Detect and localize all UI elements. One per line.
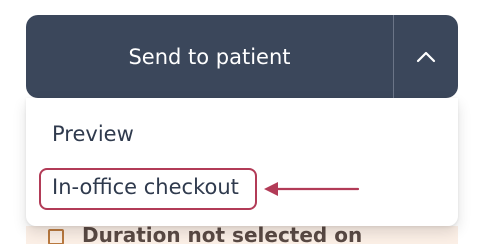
highlight-annotation (39, 168, 257, 210)
send-to-patient-button[interactable]: Send to patient (26, 15, 393, 98)
warning-text: Duration not selected on (82, 226, 363, 244)
send-split-button: Send to patient (26, 15, 458, 98)
arrow-left-icon (264, 182, 360, 196)
canvas: Duration not selected on Send to patient… (0, 0, 480, 244)
warning-row: Duration not selected on (26, 226, 458, 244)
chevron-up-icon (416, 51, 436, 62)
checkbox-icon (48, 229, 64, 244)
dropdown-toggle-button[interactable] (394, 15, 458, 98)
menu-item-preview[interactable]: Preview (52, 122, 134, 146)
